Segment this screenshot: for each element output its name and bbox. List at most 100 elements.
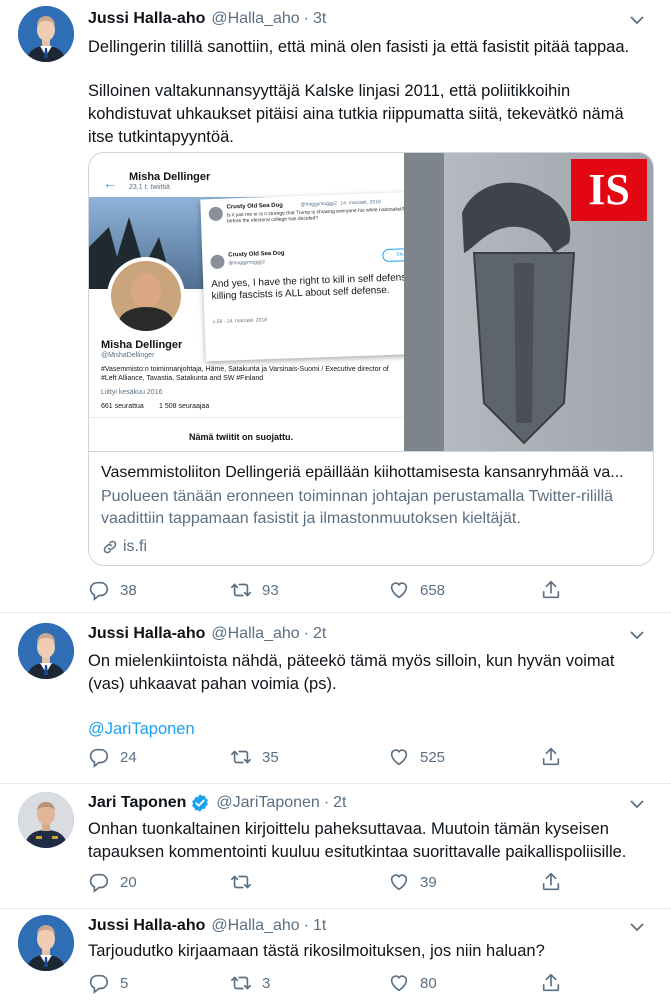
separator-dot: · <box>303 917 309 934</box>
retweet-button[interactable] <box>230 868 262 896</box>
link-card[interactable]: ← Misha Dellinger 23,1 t. twiittiä Misha… <box>88 152 654 566</box>
tweet-1[interactable]: Jussi Halla-aho @Halla_aho · 3t Dellinge… <box>0 0 671 612</box>
profile-bio: #Vasemmisto:n toiminnanjohtaja, Häme, Sa… <box>101 366 389 382</box>
avatar[interactable] <box>18 915 74 971</box>
reply-count: 38 <box>120 581 137 599</box>
separator-dot: · <box>303 625 309 642</box>
retweet-count: 35 <box>262 748 279 766</box>
tweet-text: Onhan tuonkaltainen kirjoittelu paheksut… <box>88 818 648 864</box>
tweet-text: Dellingerin tilillä sanottiin, että minä… <box>88 36 648 149</box>
like-button[interactable]: 80 <box>388 969 437 997</box>
tweet-4[interactable]: Jussi Halla-aho @Halla_aho · 1t Tarjoudu… <box>0 909 671 1000</box>
retweet-button[interactable]: 3 <box>230 969 270 997</box>
card-domain[interactable]: is.fi <box>101 536 643 558</box>
retweet-icon <box>230 746 252 768</box>
tweet-text: On mielenkiintoista nähdä, päteekö tämä … <box>88 650 648 741</box>
author-handle[interactable]: @Halla_aho <box>211 917 299 935</box>
share-button[interactable] <box>540 743 572 771</box>
like-button[interactable]: 39 <box>388 868 437 896</box>
like-count: 39 <box>420 873 437 891</box>
avatar[interactable] <box>18 623 74 679</box>
avatar[interactable] <box>18 792 74 848</box>
retweet-button[interactable]: 35 <box>230 743 279 771</box>
retweet-count: 93 <box>262 581 279 599</box>
reply-icon <box>88 972 110 994</box>
reply-icon <box>88 579 110 601</box>
reply-button[interactable]: 24 <box>88 743 137 771</box>
share-icon <box>540 746 562 768</box>
separator-dot: · <box>303 10 309 27</box>
tweet-paragraph: Tarjoudutko kirjaamaan tästä rikosilmoit… <box>88 942 545 960</box>
card-image: ← Misha Dellinger 23,1 t. twiittiä Misha… <box>89 153 653 451</box>
tweet-paragraph: Silloinen valtakunnansyyttäjä Kalske lin… <box>88 82 624 146</box>
author-handle[interactable]: @Halla_aho <box>211 625 299 643</box>
share-button[interactable] <box>540 868 572 896</box>
author-name[interactable]: Jussi Halla-aho <box>88 917 205 935</box>
share-button[interactable] <box>540 576 572 604</box>
like-icon <box>388 972 410 994</box>
timestamp[interactable]: 1t <box>313 917 326 935</box>
profile-avatar <box>107 257 185 335</box>
card-body[interactable]: Vasemmistoliiton Dellingeriä epäillään k… <box>89 451 653 565</box>
quote-handle: @hoggymoggy2 <box>300 200 338 208</box>
avatar[interactable] <box>18 6 74 62</box>
profile-tweets: 23,1 t. twiittiä <box>129 184 170 191</box>
timestamp[interactable]: 2t <box>313 625 326 643</box>
tweet-2[interactable]: Jussi Halla-aho @Halla_aho · 2t On miele… <box>0 613 671 783</box>
tweet-paragraph: Dellingerin tilillä sanottiin, että minä… <box>88 38 630 56</box>
author-name[interactable]: Jussi Halla-aho <box>88 10 205 28</box>
card-description: Puolueen tänään eronneen toiminnan johta… <box>101 488 614 527</box>
like-icon <box>388 746 410 768</box>
verified-icon <box>192 794 209 812</box>
tweet-text: Tarjoudutko kirjaamaan tästä rikosilmoit… <box>88 940 648 963</box>
card-title[interactable]: Vasemmistoliiton Dellingeriä epäillään k… <box>101 462 643 484</box>
retweet-icon <box>230 871 252 893</box>
action-bar: 24 35 525 <box>88 743 568 771</box>
caret-down-icon[interactable] <box>625 623 649 647</box>
action-bar: 5 3 80 <box>88 969 568 997</box>
sculpture-photo: IS <box>404 153 653 451</box>
quote-user: Crusty Old Sea Dog <box>226 202 283 211</box>
protected-text: Nämä twiitit on suojattu. <box>189 432 294 442</box>
reply-button[interactable]: 5 <box>88 969 128 997</box>
author-handle[interactable]: @JariTaponen <box>216 794 319 812</box>
profile-following: 661 seurattua <box>101 403 144 410</box>
like-button[interactable]: 658 <box>388 576 445 604</box>
quote-handle-2: @hoggymoggy2 <box>228 259 266 267</box>
action-bar: 38 93 658 <box>88 576 568 604</box>
like-count: 658 <box>420 581 446 599</box>
retweet-count: 3 <box>262 974 271 992</box>
share-icon <box>540 972 562 994</box>
tweet-paragraph: Onhan tuonkaltainen kirjoittelu paheksut… <box>88 820 627 861</box>
timestamp[interactable]: 2t <box>333 794 346 812</box>
share-button[interactable] <box>540 969 572 997</box>
like-button[interactable]: 525 <box>388 743 445 771</box>
tweet-3[interactable]: Jari Taponen @JariTaponen · 2t Onhan tuo… <box>0 784 671 908</box>
mention-link[interactable]: @JariTaponen <box>88 718 648 741</box>
link-icon <box>103 540 117 554</box>
tweet-paragraph: On mielenkiintoista nähdä, päteekö tämä … <box>88 652 615 693</box>
like-count: 525 <box>420 748 446 766</box>
quote-time: 1.58 - 14. marrask. 2018 <box>212 317 268 326</box>
caret-down-icon[interactable] <box>625 8 649 32</box>
retweet-button[interactable]: 93 <box>230 576 279 604</box>
separator-dot: · <box>323 794 330 811</box>
timestamp[interactable]: 3t <box>313 10 326 28</box>
profile-display-name: Misha Dellinger <box>101 339 183 351</box>
is-logo: IS <box>571 159 647 221</box>
caret-down-icon[interactable] <box>625 915 649 939</box>
retweet-icon <box>230 579 252 601</box>
caret-down-icon[interactable] <box>625 792 649 816</box>
author-handle[interactable]: @Halla_aho <box>211 10 299 28</box>
reply-icon <box>88 746 110 768</box>
profile-handle: @MishaDellinger <box>101 352 155 359</box>
action-bar: 20 39 <box>88 868 568 896</box>
quote-date: 14. marrask. 2018 <box>340 199 381 207</box>
profile-followers: 1 508 seuraajaa <box>159 403 210 410</box>
author-name[interactable]: Jussi Halla-aho <box>88 625 205 643</box>
reply-count: 24 <box>120 748 137 766</box>
reply-button[interactable]: 38 <box>88 576 137 604</box>
profile-name: Misha Dellinger <box>129 171 211 183</box>
author-name[interactable]: Jari Taponen <box>88 794 186 812</box>
reply-button[interactable]: 20 <box>88 868 137 896</box>
